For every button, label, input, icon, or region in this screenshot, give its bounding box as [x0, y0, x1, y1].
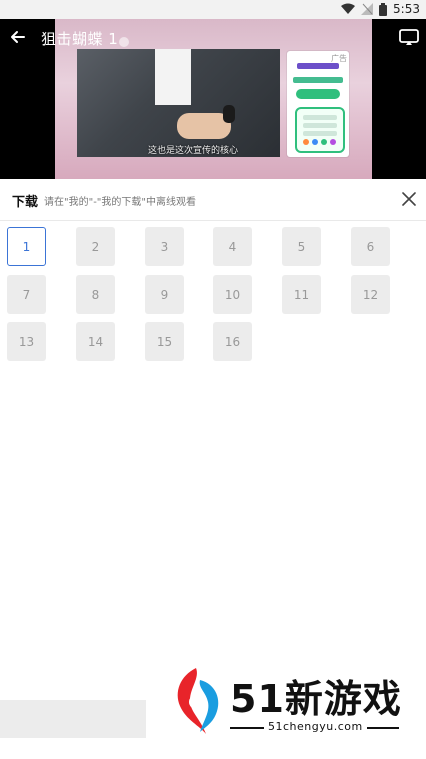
episode-button-9[interactable]: 9: [145, 275, 184, 314]
ad-cta-pill: [296, 89, 340, 99]
download-title: 下载: [12, 195, 39, 210]
episode-button-16[interactable]: 16: [213, 322, 252, 361]
ad-brand-bar: [297, 63, 339, 69]
video-scene: [77, 49, 280, 157]
clock-time: 5:53: [393, 2, 420, 16]
ad-headline-bar: [293, 77, 343, 83]
close-icon[interactable]: [402, 191, 416, 206]
ad-phone-icon: [295, 107, 345, 153]
brand-site: 51chengyu.com: [268, 720, 363, 733]
video-subtitle: 这也是这次宣传的核心: [148, 146, 239, 156]
ad-overlay[interactable]: 广告: [287, 51, 349, 157]
video-title: 狙击蝴蝶 1: [41, 30, 119, 48]
episode-button-15[interactable]: 15: [145, 322, 184, 361]
channel-logo-icon: [119, 37, 129, 47]
episode-button-2[interactable]: 2: [76, 227, 115, 266]
divider-right: [367, 727, 399, 729]
back-arrow-icon[interactable]: [8, 27, 28, 47]
episode-button-1[interactable]: 1: [7, 227, 46, 266]
shirt-shape: [155, 49, 191, 105]
watch-shape: [223, 105, 235, 123]
episode-button-12[interactable]: 12: [351, 275, 390, 314]
battery-icon: [379, 2, 388, 16]
episode-button-8[interactable]: 8: [76, 275, 115, 314]
signal-icon: [361, 3, 374, 15]
download-panel-header: 下载 请在"我的"-"我的下载"中离线观看: [0, 179, 426, 221]
episode-button-13[interactable]: 13: [7, 322, 46, 361]
divider-left: [230, 727, 264, 729]
episode-button-4[interactable]: 4: [213, 227, 252, 266]
brand-logo-icon: [170, 666, 222, 736]
bottom-placeholder: [0, 700, 146, 738]
episode-button-14[interactable]: 14: [76, 322, 115, 361]
episode-button-11[interactable]: 11: [282, 275, 321, 314]
episode-button-7[interactable]: 7: [7, 275, 46, 314]
status-bar: 5:53: [0, 0, 426, 19]
wifi-icon: [341, 3, 356, 15]
cast-icon[interactable]: [398, 27, 420, 47]
episode-button-5[interactable]: 5: [282, 227, 321, 266]
video-player[interactable]: 广告 这也是这次宣传的核心 狙击蝴蝶 1: [0, 19, 426, 179]
episode-button-10[interactable]: 10: [213, 275, 252, 314]
site-watermark: 51新游戏 51chengyu.com: [170, 664, 405, 738]
episode-button-6[interactable]: 6: [351, 227, 390, 266]
brand-name: 51新游戏: [230, 677, 402, 721]
download-hint: 请在"我的"-"我的下载"中离线观看: [44, 197, 197, 208]
episode-button-3[interactable]: 3: [145, 227, 184, 266]
